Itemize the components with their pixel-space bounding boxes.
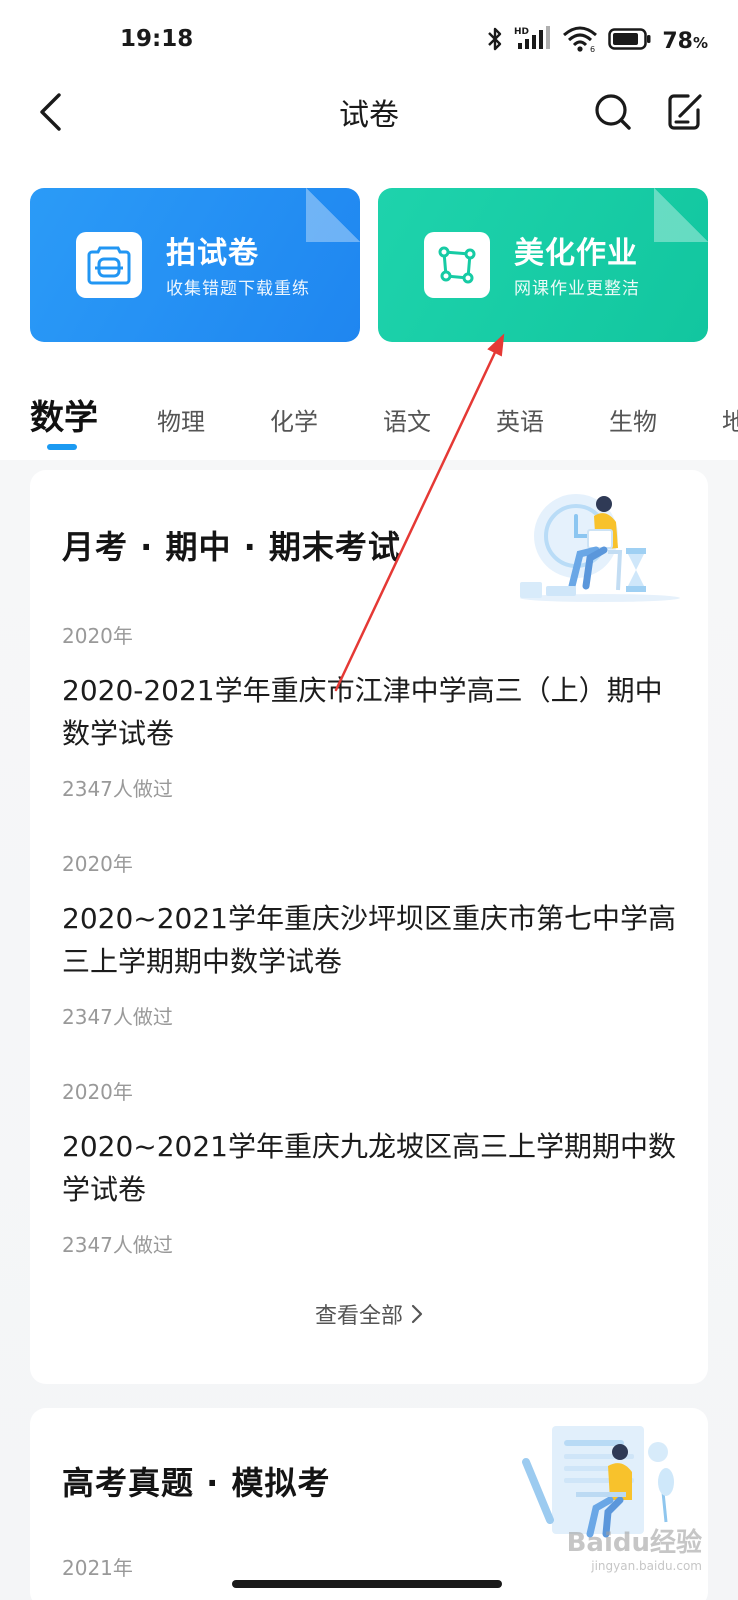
beautify-homework-title: 美化作业 [514,236,638,271]
exam-title: 2020~2021学年重庆九龙坡区高三上学期期中数学试卷 [62,1130,676,1206]
status-bar: 19:18 HD 6 78% [0,0,738,80]
beautify-homework-card[interactable]: 美化作业 网课作业更整洁 [378,188,708,342]
exam-item[interactable]: 2020年 2020~2021学年重庆沙坪坝区重庆市第七中学高三上学期期中数学试… [62,848,682,1030]
tab-chinese[interactable]: 语文 [383,402,431,437]
exam-year: 2021年 [62,1556,133,1580]
tab-english[interactable]: 英语 [496,402,544,437]
tab-geography[interactable]: 地 [722,402,738,437]
subject-tabs: 数学 物理 化学 语文 英语 生物 地 [0,390,738,460]
battery-icon [608,27,652,55]
svg-text:6: 6 [590,45,595,53]
chevron-right-icon [411,1304,423,1324]
status-time: 19:18 [120,26,194,52]
battery-percent: 78% [662,28,708,54]
exam-attempt-count: 2347人做过 [62,1233,173,1257]
home-indicator[interactable] [232,1580,502,1588]
scan-icon [76,232,142,298]
section-title: 月考 · 期中 · 期末考试 [62,528,401,566]
tab-chemistry[interactable]: 化学 [270,402,318,437]
edit-icon [668,94,702,130]
monthly-exam-panel: 月考 · 期中 · 期末考试 2020年 2020-2021学年重庆市江津中学高… [30,470,708,1384]
view-all-label: 查看全部 [314,1304,403,1329]
tab-math[interactable]: 数学 [30,390,98,439]
wifi-icon: 6 [562,25,598,57]
tab-physics[interactable]: 物理 [157,402,205,437]
active-tab-indicator [47,444,77,450]
exam-year: 2020年 [62,624,133,648]
search-icon [595,94,631,130]
crop-icon [424,232,490,298]
status-icons: HD 6 78% [486,24,708,58]
exam-attempt-count: 2347人做过 [62,1005,173,1029]
tab-biology[interactable]: 生物 [609,402,657,437]
search-button[interactable] [588,84,638,140]
nav-bar: 试卷 [0,80,738,180]
exam-item[interactable]: 2020年 2020-2021学年重庆市江津中学高三（上）期中数学试卷 2347… [62,620,682,802]
take-photo-exam-subtitle: 收集错题下载重练 [166,279,310,299]
svg-text:HD: HD [514,27,529,37]
hd-signal-icon: HD [514,25,552,57]
take-photo-exam-title: 拍试卷 [166,236,259,271]
take-photo-exam-card[interactable]: 拍试卷 收集错题下载重练 [30,188,360,342]
baidu-watermark: Baidu经验 jingyan.baidu.com [566,1528,702,1573]
exam-year: 2020年 [62,852,133,876]
bluetooth-icon [486,25,504,57]
view-all-button[interactable]: 查看全部 [30,1298,708,1330]
exam-title: 2020-2021学年重庆市江津中学高三（上）期中数学试卷 [62,674,663,750]
section-title: 高考真题 · 模拟考 [62,1464,331,1502]
edit-button[interactable] [660,84,710,140]
exam-year: 2020年 [62,1080,133,1104]
exam-attempt-count: 2347人做过 [62,777,173,801]
beautify-homework-subtitle: 网课作业更整洁 [514,279,640,299]
study-clock-illustration [516,486,684,606]
exam-title: 2020~2021学年重庆沙坪坝区重庆市第七中学高三上学期期中数学试卷 [62,902,676,978]
exam-item[interactable]: 2020年 2020~2021学年重庆九龙坡区高三上学期期中数学试卷 2347人… [62,1076,682,1258]
